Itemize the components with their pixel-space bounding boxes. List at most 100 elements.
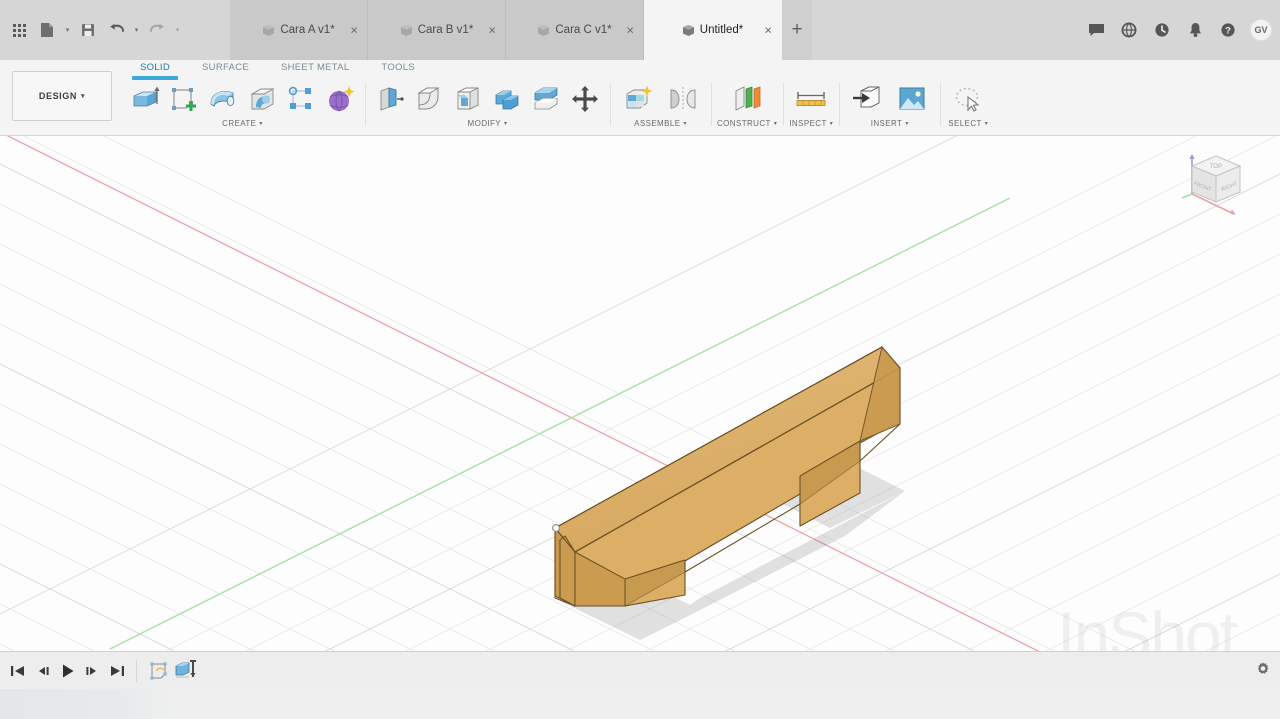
workspace-selector-button[interactable]: DESIGN ▾ [12,71,112,121]
ribbon-group-insert: INSERT ▾ [839,80,940,136]
joint-icon[interactable] [661,81,705,117]
offset-plane-icon[interactable] [725,81,769,117]
top-bar-right-tools: ? GV [1081,0,1276,60]
viewport-grid [0,136,1280,651]
view-cube-top-label: TOP [1210,164,1222,170]
ribbon-group-select: SELECT ▾ [940,80,996,136]
group-label-text: ASSEMBLE [634,119,681,128]
ribbon-group-create: CREATE ▾ [120,80,365,136]
document-tab-cara-c[interactable]: Cara C v1* × [506,0,644,60]
new-component-icon[interactable] [616,81,660,117]
tab-tools[interactable]: TOOLS [365,60,431,76]
document-tab-cara-b[interactable]: Cara B v1* × [368,0,506,60]
fillet-icon[interactable] [410,81,448,117]
timeline-features [147,656,199,686]
combine-icon[interactable] [488,81,526,117]
close-icon[interactable]: × [350,24,358,37]
ribbon-group-construct: CONSTRUCT ▾ [711,80,783,136]
select-lasso-icon[interactable] [946,81,990,117]
step-forward-button[interactable] [84,661,101,681]
group-label-text: SELECT [948,119,982,128]
app-grid-icon[interactable] [6,15,32,45]
new-file-caret-icon[interactable]: ▾ [62,15,73,45]
create-form-icon[interactable] [321,81,359,117]
document-cube-icon [262,24,275,37]
ribbon-tab-strip: SOLID SURFACE SHEET METAL TOOLS [124,60,431,80]
split-body-icon[interactable] [527,81,565,117]
document-tab-cara-a[interactable]: Cara A v1* × [230,0,368,60]
shell-icon[interactable] [449,81,487,117]
top-bar: ▾ ▾ ▾ Cara A v1* × Cara B v1* × Cara C v… [0,0,1280,60]
ribbon-group-modify: MODIFY ▾ [365,80,610,136]
timeline-bar [0,651,1280,689]
save-icon[interactable] [75,15,101,45]
user-avatar[interactable]: GV [1250,19,1272,41]
tab-solid[interactable]: SOLID [124,60,186,80]
sweep-icon[interactable] [243,81,281,117]
ribbon: DESIGN ▾ SOLID SURFACE SHEET METAL TOOLS [0,60,1280,136]
new-document-tab-button[interactable]: + [782,0,812,60]
view-cube[interactable]: TOP FRONT RIGHT [1176,140,1258,220]
ribbon-group-label: CREATE ▾ [222,119,263,128]
close-icon[interactable]: × [626,24,634,37]
chevron-down-icon: ▾ [504,121,508,127]
undo-icon[interactable] [103,15,129,45]
document-tab-untitled[interactable]: Untitled* × [644,0,782,60]
move-copy-icon[interactable] [566,81,604,117]
ribbon-group-label: INSERT ▾ [871,119,909,128]
notifications-bell-icon[interactable] [1180,15,1210,45]
play-button[interactable] [59,661,76,681]
document-tab-label: Cara B v1* [417,24,474,36]
top-bar-left-tools: ▾ ▾ ▾ [0,0,230,60]
help-icon[interactable]: ? [1213,15,1243,45]
document-tab-label: Untitled* [699,24,744,36]
bottom-strip-shade [0,689,172,719]
go-to-beginning-button[interactable] [9,661,26,681]
group-label-text: MODIFY [467,119,502,128]
chevron-down-icon: ▾ [984,121,989,127]
origin-point [552,524,560,532]
document-cube-icon [400,24,413,37]
new-file-icon[interactable] [34,15,60,45]
document-tab-label: Cara A v1* [280,24,335,36]
pattern-icon[interactable] [282,81,320,117]
timeline-settings-gear[interactable] [1256,661,1270,680]
ribbon-group-label: CONSTRUCT ▾ [717,119,777,128]
press-pull-icon[interactable] [371,81,409,117]
viewport-canvas[interactable]: TOP FRONT RIGHT InShot [0,136,1280,651]
insert-derive-icon[interactable] [845,81,889,117]
document-cube-icon [682,24,695,37]
go-to-end-button[interactable] [109,661,126,681]
undo-caret-icon[interactable]: ▾ [131,15,142,45]
ribbon-groups: CREATE ▾ MODIFY ▾ ASSEMBLE ▾ CONSTRUCT ▾… [120,80,1280,136]
tab-surface[interactable]: SURFACE [186,60,265,76]
ribbon-group-label: INSPECT ▾ [789,119,833,128]
group-label-text: CONSTRUCT [717,119,771,128]
measure-icon[interactable] [789,81,833,117]
close-icon[interactable]: × [488,24,496,37]
ribbon-group-assemble: ASSEMBLE ▾ [610,80,711,136]
timeline-divider [136,659,137,682]
bottom-strip [0,689,1280,719]
timeline-feature-extrude[interactable] [169,656,199,686]
timeline-playback-controls [0,661,126,681]
group-label-text: CREATE [222,119,257,128]
ribbon-group-label: SELECT ▾ [948,119,988,128]
close-icon[interactable]: × [764,24,772,37]
comments-icon[interactable] [1081,15,1111,45]
redo-icon[interactable] [144,15,170,45]
step-back-button[interactable] [34,661,51,681]
app-watermark: InShot [1057,598,1238,651]
canvas-image-icon[interactable] [890,81,934,117]
job-status-icon[interactable] [1147,15,1177,45]
globe-icon[interactable] [1114,15,1144,45]
tab-sheet-metal[interactable]: SHEET METAL [265,60,365,76]
axis-y-indicator [1181,193,1193,199]
create-sketch-icon[interactable] [165,81,203,117]
svg-text:?: ? [1225,26,1231,37]
chevron-down-icon: ▾ [259,121,263,127]
revolve-icon[interactable] [204,81,242,117]
redo-caret-icon[interactable]: ▾ [172,15,183,45]
chevron-down-icon: ▾ [80,93,86,100]
extrude-icon[interactable] [126,81,164,117]
